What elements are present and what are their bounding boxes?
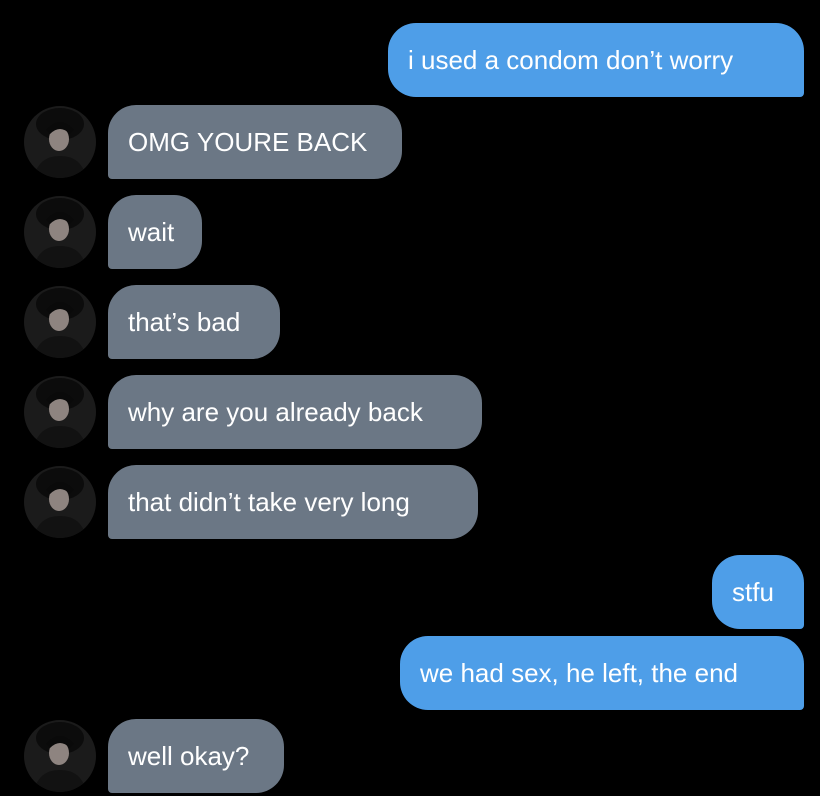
message-bubble-received[interactable]: why are you already back — [108, 375, 482, 449]
contact-avatar-icon[interactable] — [24, 106, 96, 178]
message-text: we had sex, he left, the end — [420, 657, 738, 688]
message-bubble-received[interactable]: that didn’t take very long — [108, 465, 478, 539]
message-bubble-received[interactable]: wait — [108, 195, 202, 269]
message-bubble-sent[interactable]: we had sex, he left, the end — [400, 636, 804, 710]
message-text: why are you already back — [128, 396, 423, 427]
message-bubble-received[interactable]: that’s bad — [108, 285, 280, 359]
message-text: that didn’t take very long — [128, 486, 410, 517]
message-text: wait — [128, 216, 175, 247]
contact-avatar-icon[interactable] — [24, 196, 96, 268]
contact-avatar-icon[interactable] — [24, 286, 96, 358]
message-text: stfu — [732, 576, 774, 607]
message-text: that’s bad — [128, 306, 241, 337]
contact-avatar-icon[interactable] — [24, 376, 96, 448]
message-bubble-received[interactable]: OMG YOURE BACK — [108, 105, 402, 179]
contact-avatar-icon[interactable] — [24, 466, 96, 538]
message-text: well okay? — [128, 740, 250, 771]
contact-avatar-icon[interactable] — [24, 720, 96, 792]
message-bubble-sent[interactable]: stfu — [712, 555, 804, 629]
message-text: OMG YOURE BACK — [128, 126, 368, 157]
message-bubble-received[interactable]: well okay? — [108, 719, 284, 793]
message-text: i used a condom don’t worry — [408, 44, 734, 75]
message-bubble-sent[interactable]: i used a condom don’t worry — [388, 23, 804, 97]
